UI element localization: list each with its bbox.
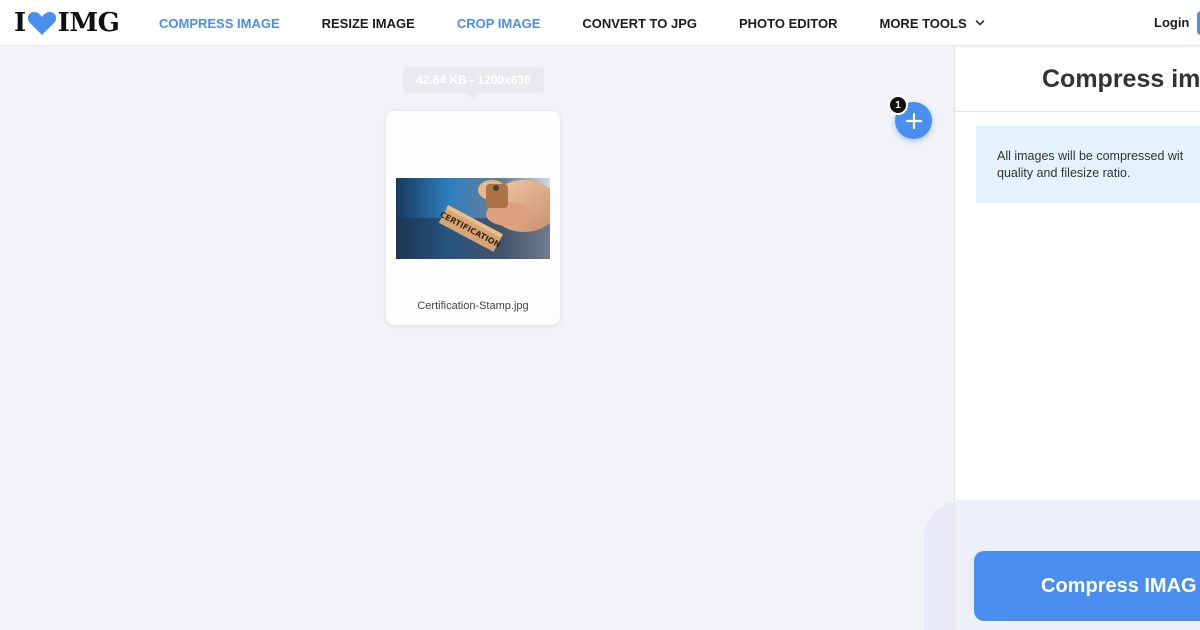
logo-letter-i: I [14,8,26,38]
file-name: Certification-Stamp.jpg [417,300,529,312]
info-line-1: All images will be compressed wit [997,149,1184,163]
nav-compress-image[interactable]: COMPRESS IMAGE [159,16,280,31]
options-sidebar: Compress ima All images will be compress… [954,47,1200,630]
file-count-badge: 1 [888,95,908,115]
nav-convert-to-jpg[interactable]: CONVERT TO JPG [582,16,697,31]
info-notice: All images will be compressed wit qualit… [976,126,1200,203]
info-line-2: quality and filesize ratio. [997,166,1131,180]
nav-crop-image[interactable]: CROP IMAGE [457,16,541,31]
nav-more-tools[interactable]: MORE TOOLS [879,16,984,31]
file-card[interactable]: CERTIFICATION Certification-Stamp.jpg [386,111,560,325]
sidebar-title: Compress ima [1042,65,1200,93]
upload-workspace: 42.64 KB - 1200x630 CERTIFICATION Certif… [0,47,964,630]
login-link[interactable]: Login [1154,15,1189,30]
heart-icon [27,12,56,35]
top-navbar: I IMG COMPRESS IMAGE RESIZE IMAGE CROP I… [0,0,1200,46]
divider [955,111,1200,112]
certification-stamp-image: CERTIFICATION [396,178,550,259]
nav-photo-editor[interactable]: PHOTO EDITOR [739,16,837,31]
file-thumbnail: CERTIFICATION [396,178,550,259]
main-nav: COMPRESS IMAGE RESIZE IMAGE CROP IMAGE C… [159,0,1027,46]
file-info-tooltip: 42.64 KB - 1200x630 [403,67,544,99]
iloveimg-logo[interactable]: I IMG [14,8,120,38]
compress-images-button[interactable]: Compress IMAG [974,551,1200,621]
chevron-down-icon [975,20,984,26]
plus-icon [905,112,922,129]
logo-word-img: IMG [57,8,120,38]
nav-more-tools-label: MORE TOOLS [879,15,967,31]
nav-resize-image[interactable]: RESIZE IMAGE [322,16,415,31]
